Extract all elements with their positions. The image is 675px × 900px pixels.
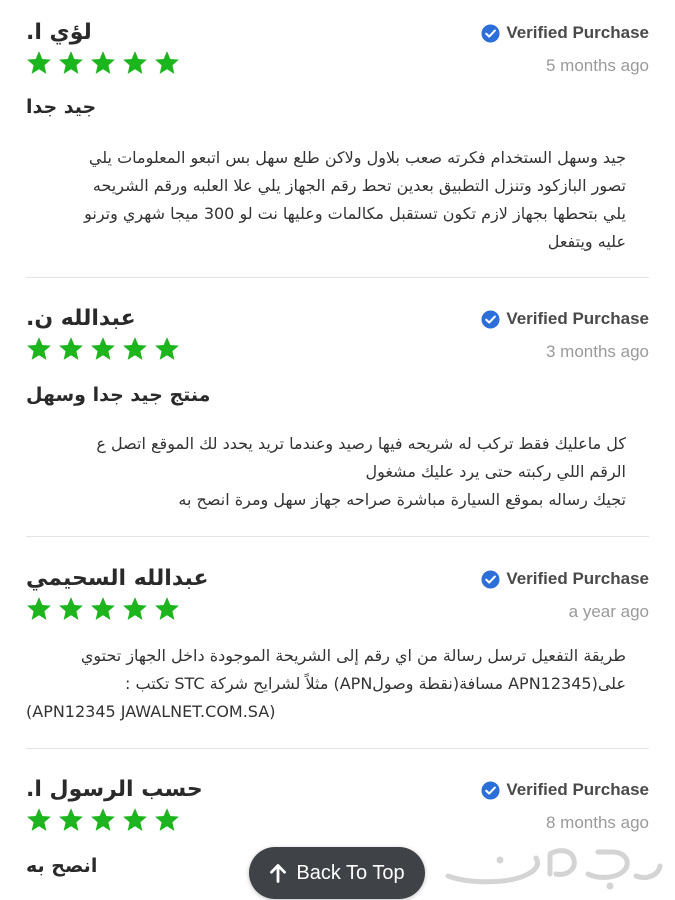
star-icon	[27, 808, 51, 831]
star-icon	[91, 597, 115, 620]
star-icon	[59, 337, 83, 360]
review-body-line: طريقة التفعيل ترسل رسالة من اي رقم إلى ا…	[80, 646, 626, 665]
review-body-line: عليه ويتفعل	[547, 232, 626, 251]
review-card: عبدالله ن. Verified Purchase 3 months ag…	[26, 306, 649, 526]
star-icon	[123, 51, 147, 74]
star-icon	[59, 597, 83, 620]
review-body-line: جيد وسهل الستخدام فكرته صعب بلاول ولاكن …	[88, 148, 626, 167]
star-rating	[26, 807, 180, 833]
reviewer-name: عبدالله السحيمي	[26, 566, 209, 591]
review-title: انصح به	[26, 855, 98, 877]
review-date: 8 months ago	[545, 813, 649, 832]
verified-purchase-label: Verified Purchase	[506, 23, 649, 42]
review-body-line: كل ماعليك فقط تركب له شريحه فيها رصيد وع…	[96, 434, 626, 453]
check-circle-icon	[481, 780, 500, 800]
star-icon	[91, 51, 115, 74]
star-icon	[91, 808, 115, 831]
review-card: عبدالله السحيمي Verified Purchase a year…	[26, 566, 649, 736]
up-arrow-icon	[270, 864, 287, 883]
review-title: جيد جدا	[26, 96, 97, 118]
star-icon	[27, 337, 51, 360]
reviewer-name: حسب الرسول ا.	[26, 777, 203, 802]
star-icon	[59, 51, 83, 74]
reviewer-name: عبدالله ن.	[26, 306, 136, 331]
reviews-list: لؤي ا. Verified Purchase 5 months ago جي…	[0, 0, 675, 900]
star-icon	[123, 597, 147, 620]
star-icon	[91, 337, 115, 360]
review-body-line: تجيك رساله بموقع السيارة مباشرة صراحه جه…	[178, 490, 626, 509]
review-body-line: يلي بتحطها بجهاز لازم تكون تستقبل مكالما…	[84, 204, 626, 223]
verified-purchase-label: Verified Purchase	[506, 309, 649, 328]
review-body-line: تصور البازكود وتنزل التطبيق بعدين تحط رق…	[92, 176, 626, 195]
verified-purchase-label: Verified Purchase	[506, 780, 649, 799]
star-icon	[123, 808, 147, 831]
star-icon	[155, 337, 179, 360]
review-body: كل ماعليك فقط تركب له شريحه فيها رصيد وع…	[26, 430, 626, 514]
reviewer-name: لؤي ا.	[26, 20, 92, 45]
star-icon	[27, 51, 51, 74]
check-circle-icon	[481, 23, 500, 43]
review-divider	[26, 536, 649, 537]
review-body: جيد وسهل الستخدام فكرته صعب بلاول ولاكن …	[26, 144, 626, 256]
review-date: a year ago	[568, 602, 649, 621]
star-icon	[123, 337, 147, 360]
verified-purchase-badge: Verified Purchase	[481, 780, 649, 800]
check-circle-icon	[481, 569, 500, 589]
review-body: طريقة التفعيل ترسل رسالة من اي رقم إلى ا…	[26, 642, 626, 726]
review-body-line: (APN12345 JAWALNET.COM.SA)	[26, 702, 276, 721]
verified-purchase-badge: Verified Purchase	[481, 23, 649, 43]
star-icon	[155, 51, 179, 74]
review-divider	[26, 277, 649, 278]
review-divider	[26, 748, 649, 749]
star-rating	[26, 336, 180, 362]
verified-purchase-badge: Verified Purchase	[481, 569, 649, 589]
review-date: 3 months ago	[545, 342, 649, 361]
review-date: 5 months ago	[545, 56, 649, 75]
verified-purchase-label: Verified Purchase	[506, 569, 649, 588]
review-title: منتج جيد جدا وسهل	[26, 384, 211, 406]
back-to-top-label: Back To Top	[296, 861, 405, 884]
star-rating	[26, 50, 180, 76]
haraj-logo-icon	[445, 848, 663, 890]
review-card: لؤي ا. Verified Purchase 5 months ago جي…	[26, 20, 649, 270]
check-circle-icon	[481, 309, 500, 329]
verified-purchase-badge: Verified Purchase	[481, 309, 649, 329]
star-icon	[59, 808, 83, 831]
review-body-line: الرقم اللي ركبته حتى يرد عليك مشغول	[365, 462, 626, 481]
star-icon	[155, 597, 179, 620]
star-icon	[155, 808, 179, 831]
back-to-top-button[interactable]: Back To Top	[249, 847, 425, 899]
star-rating	[26, 596, 180, 622]
review-body-line: على(APN12345 مسافة(نقطة وصولAPN) مثلاً ل…	[125, 674, 626, 693]
star-icon	[27, 597, 51, 620]
